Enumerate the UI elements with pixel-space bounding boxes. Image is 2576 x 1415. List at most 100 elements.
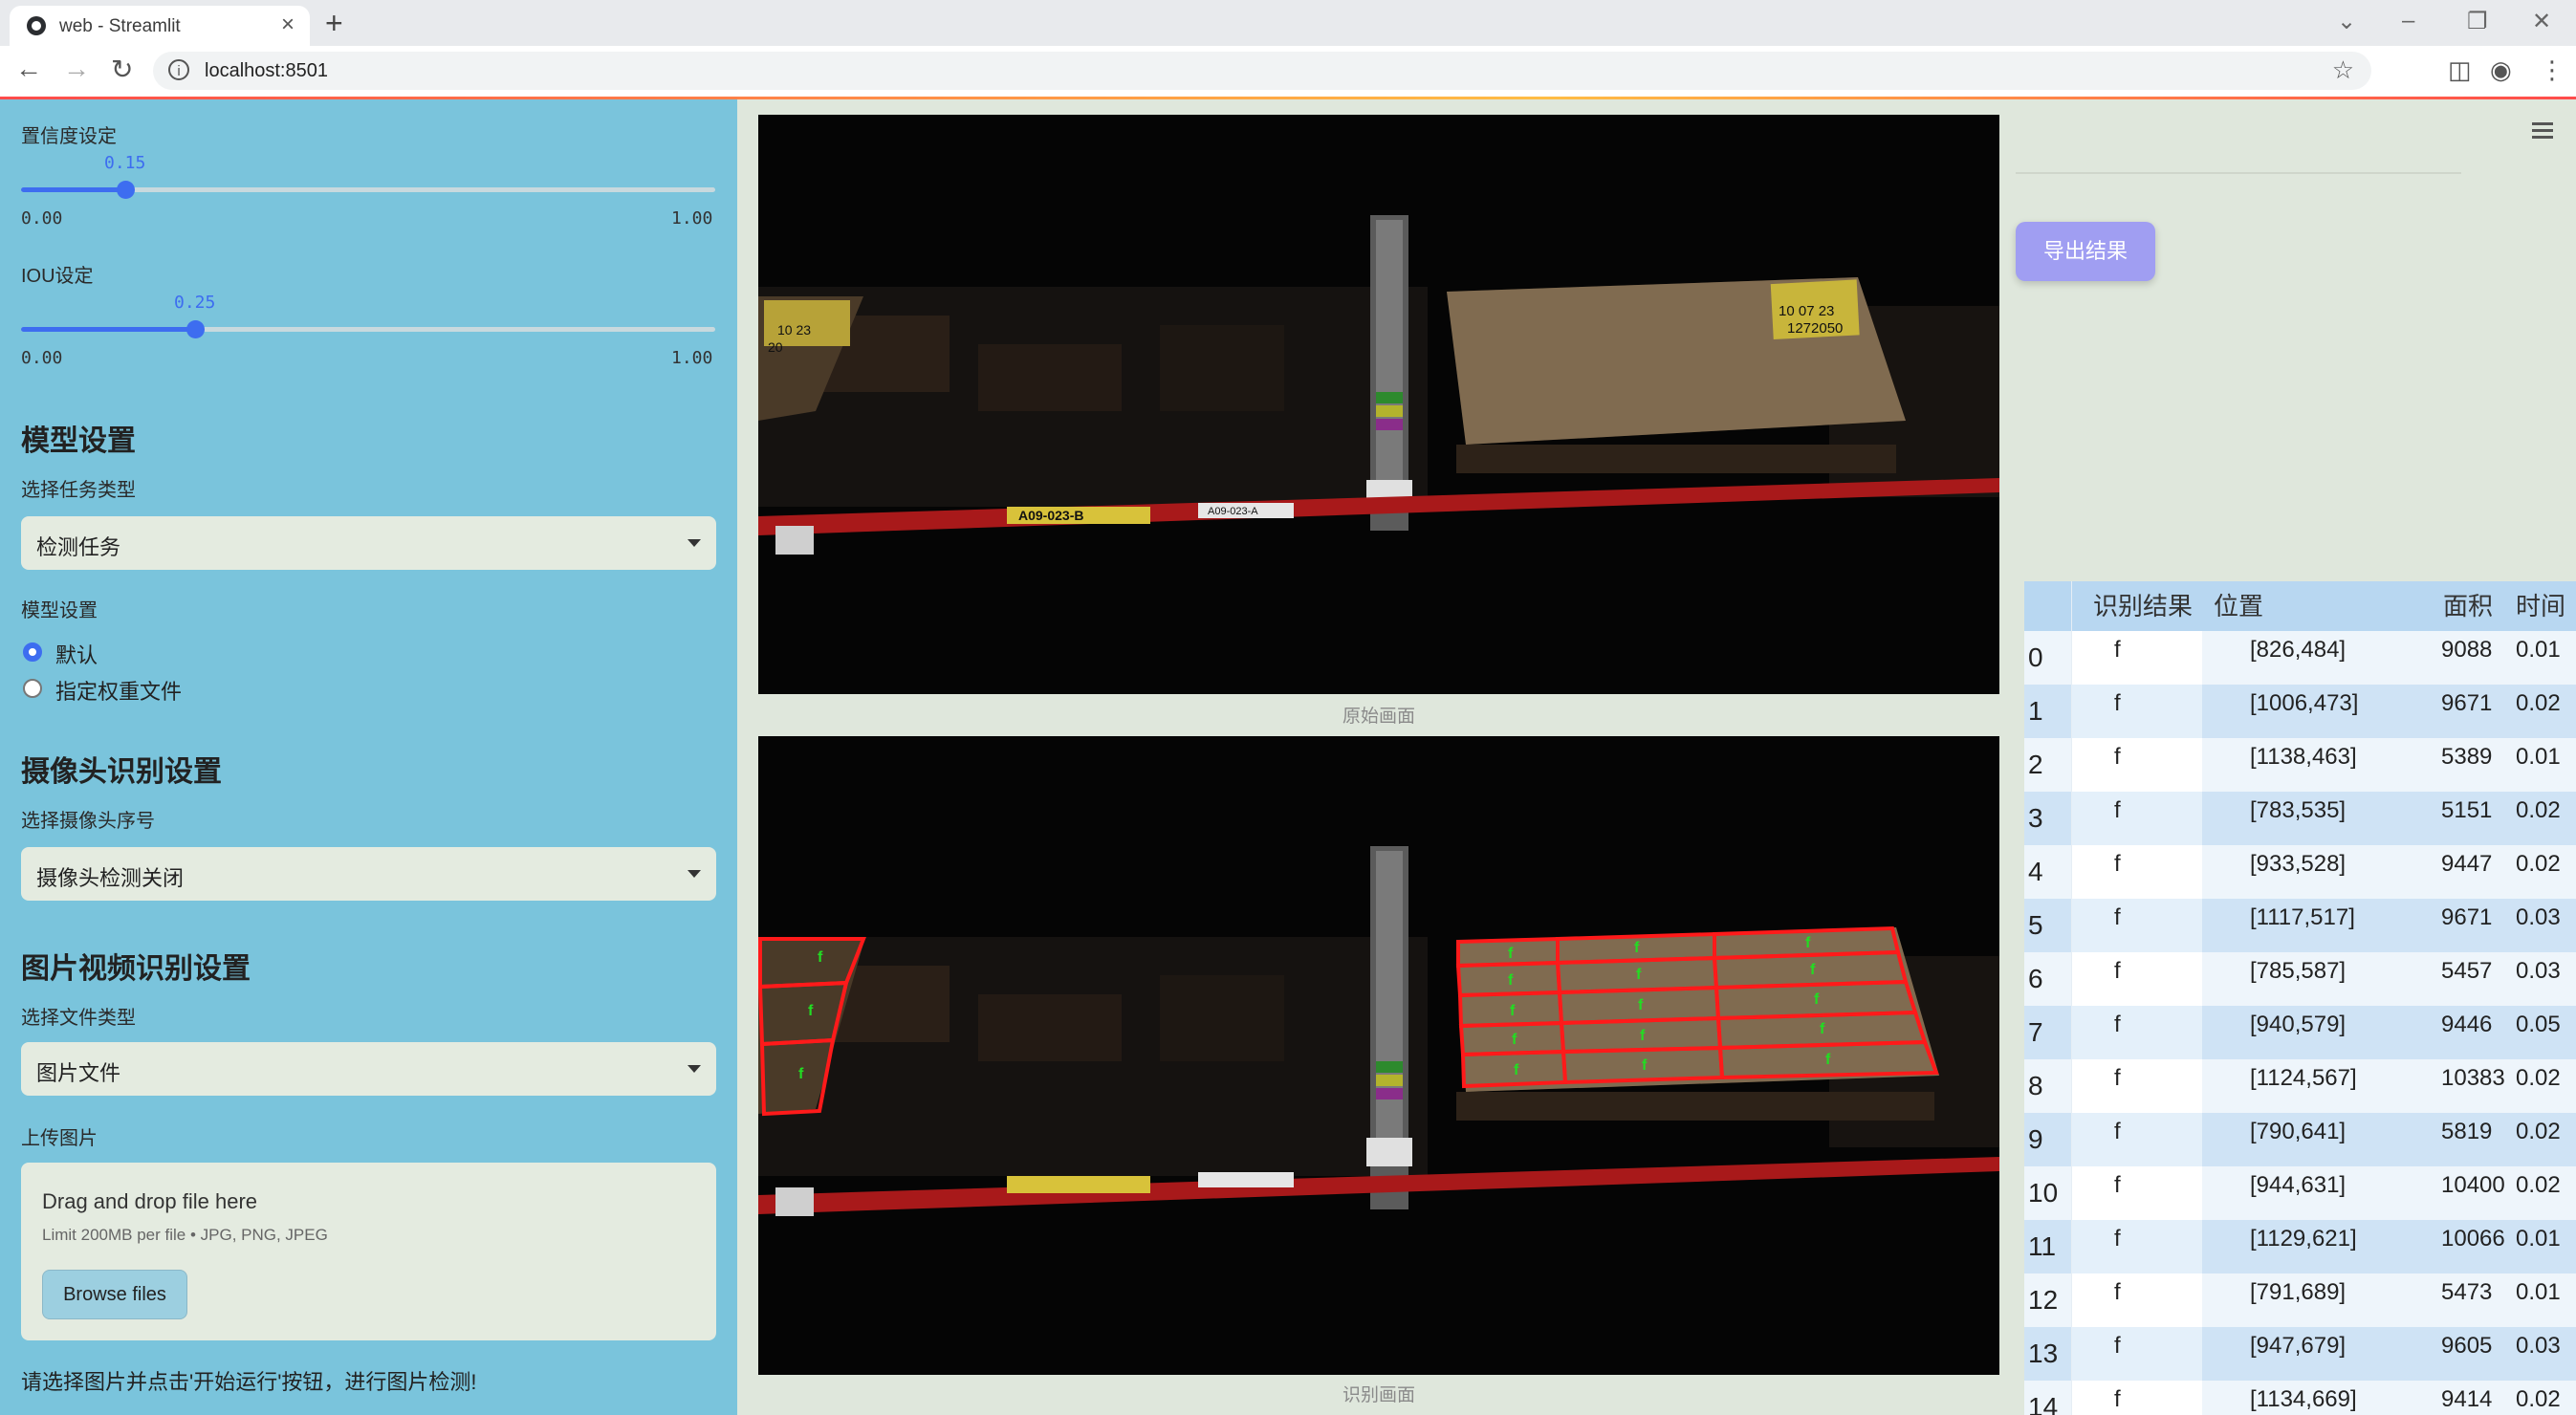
row-result: f bbox=[2072, 899, 2202, 952]
streamlit-favicon-icon bbox=[27, 16, 46, 35]
radio-custom-weights-label[interactable]: 指定权重文件 bbox=[55, 675, 182, 706]
table-row[interactable]: 12 f [791,689] 5473 0.01 bbox=[2024, 1274, 2576, 1327]
table-row[interactable]: 10 f [944,631] 10400 0.02 bbox=[2024, 1166, 2576, 1220]
profile-avatar-icon[interactable]: ◉ bbox=[2490, 55, 2512, 85]
row-time: 0.01 bbox=[2504, 738, 2576, 792]
table-row[interactable]: 0 f [826,484] 9088 0.01 bbox=[2024, 631, 2576, 685]
table-row[interactable]: 5 f [1117,517] 9671 0.03 bbox=[2024, 899, 2576, 952]
table-row[interactable]: 14 f [1134,669] 9414 0.02 bbox=[2024, 1381, 2576, 1415]
table-row[interactable]: 4 f [933,528] 9447 0.02 bbox=[2024, 845, 2576, 899]
task-type-value: 检测任务 bbox=[36, 535, 121, 559]
reload-icon[interactable]: ↻ bbox=[111, 54, 133, 85]
radio-default-label[interactable]: 默认 bbox=[55, 639, 98, 669]
tab-close-icon[interactable]: × bbox=[281, 11, 295, 38]
radio-default[interactable] bbox=[23, 642, 42, 662]
file-type-select[interactable]: 图片文件 bbox=[21, 1042, 716, 1096]
new-tab-icon[interactable]: + bbox=[325, 6, 343, 40]
back-icon[interactable]: ← bbox=[15, 54, 42, 84]
radio-custom-weights[interactable] bbox=[23, 679, 42, 698]
file-uploader-dropzone[interactable]: Drag and drop file here Limit 200MB per … bbox=[21, 1163, 716, 1340]
results-table[interactable]: 识别结果 位置 面积 时间 0 f [826,484] 9088 0.01 1 f [1006… bbox=[2024, 581, 2576, 1415]
row-area: 9446 bbox=[2424, 1006, 2504, 1059]
table-header-area[interactable]: 面积 bbox=[2424, 581, 2504, 631]
table-header-index bbox=[2024, 581, 2072, 631]
row-time: 0.05 bbox=[2504, 1006, 2576, 1059]
iou-slider-thumb[interactable] bbox=[186, 320, 205, 338]
row-index: 3 bbox=[2024, 792, 2072, 845]
detection-label: f bbox=[808, 1003, 814, 1019]
row-time: 0.02 bbox=[2504, 845, 2576, 899]
minimize-icon[interactable]: – bbox=[2402, 8, 2414, 34]
row-position: [1129,621] bbox=[2202, 1220, 2424, 1274]
browser-menu-icon[interactable]: ⋮ bbox=[2540, 55, 2565, 85]
table-row[interactable]: 13 f [947,679] 9605 0.03 bbox=[2024, 1327, 2576, 1381]
row-area: 5457 bbox=[2424, 952, 2504, 1006]
row-index: 10 bbox=[2024, 1166, 2072, 1220]
browse-files-button[interactable]: Browse files bbox=[42, 1270, 187, 1319]
row-result: f bbox=[2072, 738, 2202, 792]
chevron-down-icon bbox=[688, 870, 701, 878]
table-row[interactable]: 1 f [1006,473] 9671 0.02 bbox=[2024, 685, 2576, 738]
row-position: [1117,517] bbox=[2202, 899, 2424, 952]
row-area: 9605 bbox=[2424, 1327, 2504, 1381]
iou-value: 0.25 bbox=[174, 293, 216, 313]
site-info-icon[interactable]: i bbox=[168, 59, 189, 80]
row-result: f bbox=[2072, 792, 2202, 845]
confidence-slider-fill bbox=[21, 187, 125, 192]
row-index: 4 bbox=[2024, 845, 2072, 899]
detection-label: f bbox=[1638, 997, 1644, 1013]
hamburger-menu-icon[interactable] bbox=[2532, 119, 2553, 142]
table-row[interactable]: 11 f [1129,621] 10066 0.01 bbox=[2024, 1220, 2576, 1274]
table-row[interactable]: 2 f [1138,463] 5389 0.01 bbox=[2024, 738, 2576, 792]
detection-label: f bbox=[1805, 935, 1811, 951]
window-close-icon[interactable]: ✕ bbox=[2532, 8, 2551, 35]
rack-label-text-2: A09-023-A bbox=[1208, 506, 1258, 517]
sidebar: 置信度设定 0.15 0.00 1.00 IOU设定 0.25 0.00 1.0… bbox=[0, 99, 737, 1415]
table-header-result[interactable]: 识别结果 bbox=[2072, 581, 2202, 631]
table-header-time[interactable]: 时间 bbox=[2504, 581, 2576, 631]
detection-label: f bbox=[818, 949, 823, 966]
table-header-position[interactable]: 位置 bbox=[2202, 581, 2424, 631]
confidence-slider-thumb[interactable] bbox=[117, 181, 135, 199]
rack-label-text: A09-023-B bbox=[1018, 508, 1083, 523]
confidence-slider[interactable] bbox=[21, 181, 715, 199]
row-position: [933,528] bbox=[2202, 845, 2424, 899]
task-type-select[interactable]: 检测任务 bbox=[21, 516, 716, 570]
row-index: 13 bbox=[2024, 1327, 2072, 1381]
drag-drop-text: Drag and drop file here bbox=[42, 1189, 258, 1213]
browser-tab[interactable]: web - Streamlit × bbox=[10, 6, 310, 46]
sidepanel-icon[interactable]: ◫ bbox=[2448, 55, 2472, 85]
table-row[interactable]: 8 f [1124,567] 10383 0.02 bbox=[2024, 1059, 2576, 1113]
export-results-button[interactable]: 导出结果 bbox=[2016, 222, 2155, 281]
detection-label: f bbox=[1640, 1028, 1646, 1044]
model-settings-label: 模型设置 bbox=[21, 600, 98, 621]
restore-icon[interactable]: ❐ bbox=[2467, 8, 2488, 35]
row-position: [940,579] bbox=[2202, 1006, 2424, 1059]
table-row[interactable]: 6 f [785,587] 5457 0.03 bbox=[2024, 952, 2576, 1006]
row-time: 0.01 bbox=[2504, 1220, 2576, 1274]
forward-icon[interactable]: → bbox=[63, 54, 90, 84]
row-result: f bbox=[2072, 1059, 2202, 1113]
url-field[interactable]: i localhost:8501 ☆ bbox=[153, 52, 2371, 90]
bookmark-star-icon[interactable]: ☆ bbox=[2332, 55, 2354, 85]
row-index: 5 bbox=[2024, 899, 2072, 952]
row-result: f bbox=[2072, 1274, 2202, 1327]
camera-settings-heading: 摄像头识别设置 bbox=[21, 756, 222, 788]
detection-label: f bbox=[798, 1066, 804, 1082]
chevron-down-icon bbox=[688, 1065, 701, 1073]
tab-search-icon[interactable]: ⌄ bbox=[2337, 8, 2356, 35]
detection-label: f bbox=[1642, 1057, 1648, 1074]
iou-label: IOU设定 bbox=[21, 266, 94, 287]
camera-index-select[interactable]: 摄像头检测关闭 bbox=[21, 847, 716, 901]
row-area: 9671 bbox=[2424, 899, 2504, 952]
detection-label: f bbox=[1636, 967, 1642, 983]
row-result: f bbox=[2072, 631, 2202, 685]
table-row[interactable]: 3 f [783,535] 5151 0.02 bbox=[2024, 792, 2576, 845]
iou-slider[interactable] bbox=[21, 320, 715, 338]
row-result: f bbox=[2072, 845, 2202, 899]
table-row[interactable]: 7 f [940,579] 9446 0.05 bbox=[2024, 1006, 2576, 1059]
table-row[interactable]: 9 f [790,641] 5819 0.02 bbox=[2024, 1113, 2576, 1166]
box-date-text: 10 07 23 bbox=[1779, 303, 1834, 319]
row-position: [1124,567] bbox=[2202, 1059, 2424, 1113]
detection-label: f bbox=[1508, 946, 1514, 962]
